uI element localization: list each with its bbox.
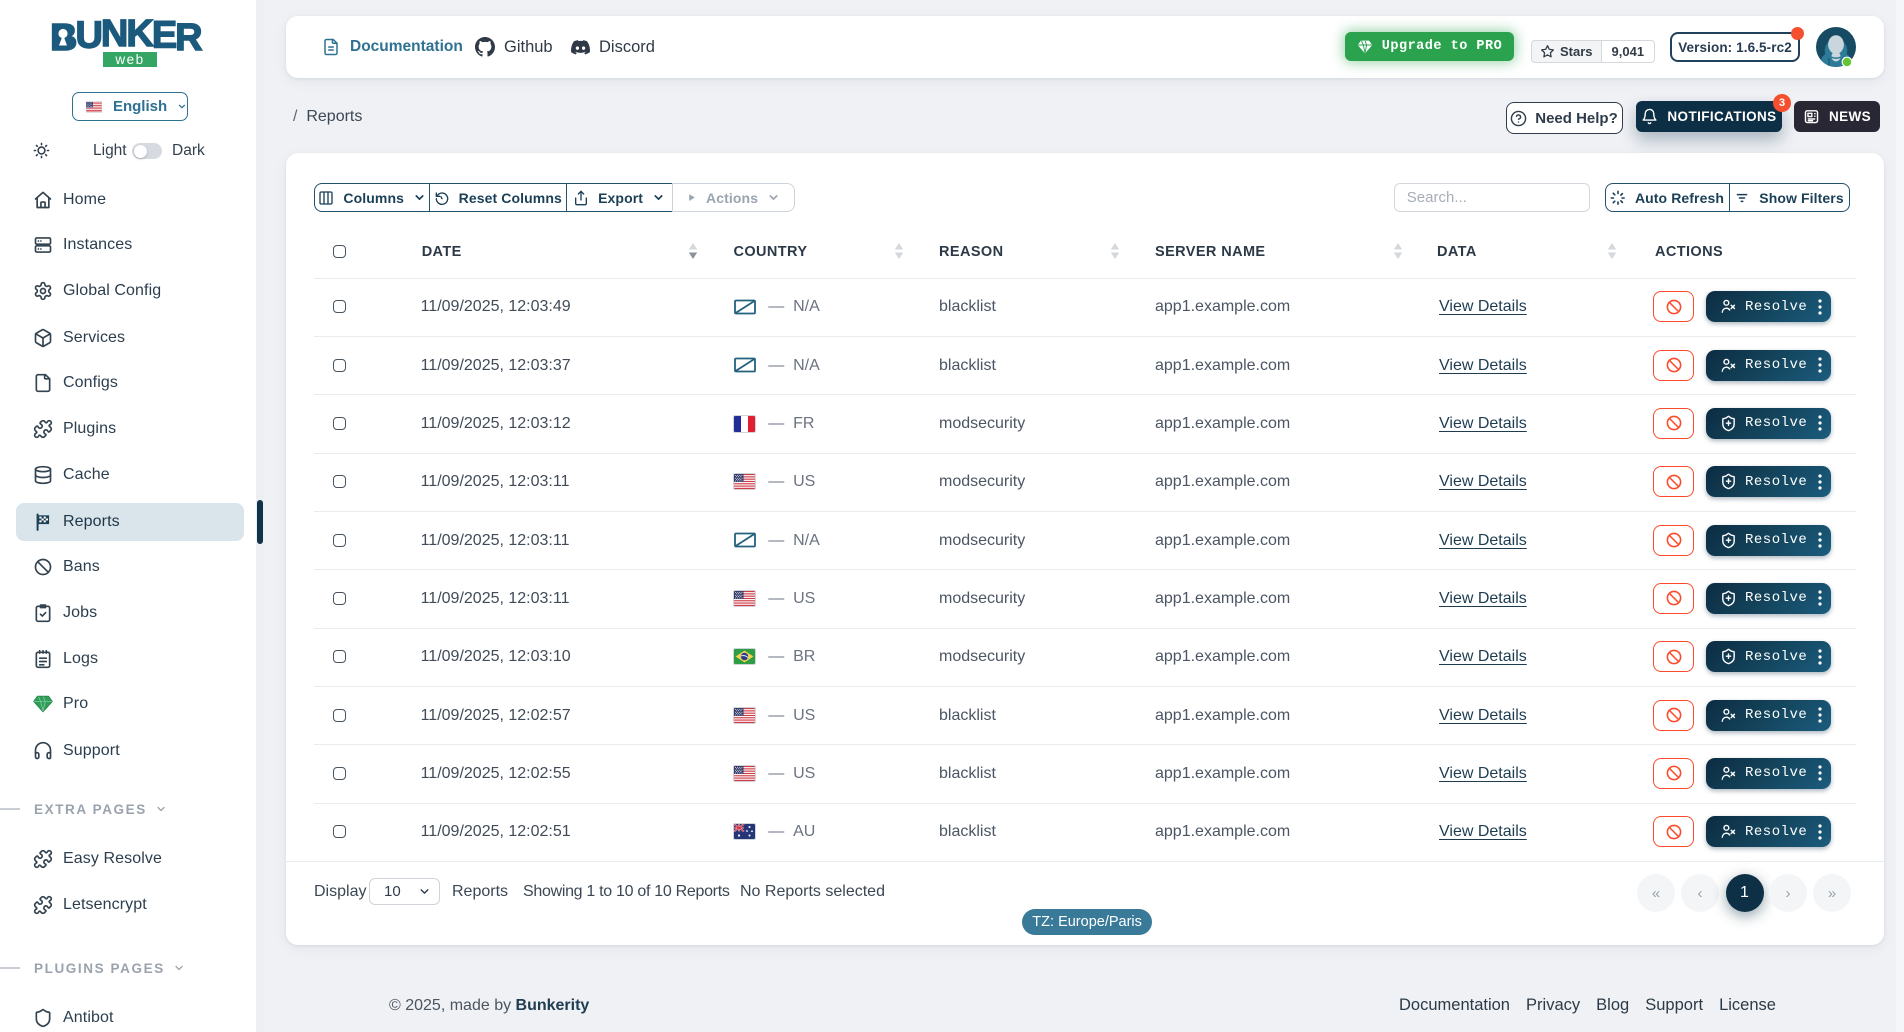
svg-text:web: web xyxy=(114,52,144,67)
